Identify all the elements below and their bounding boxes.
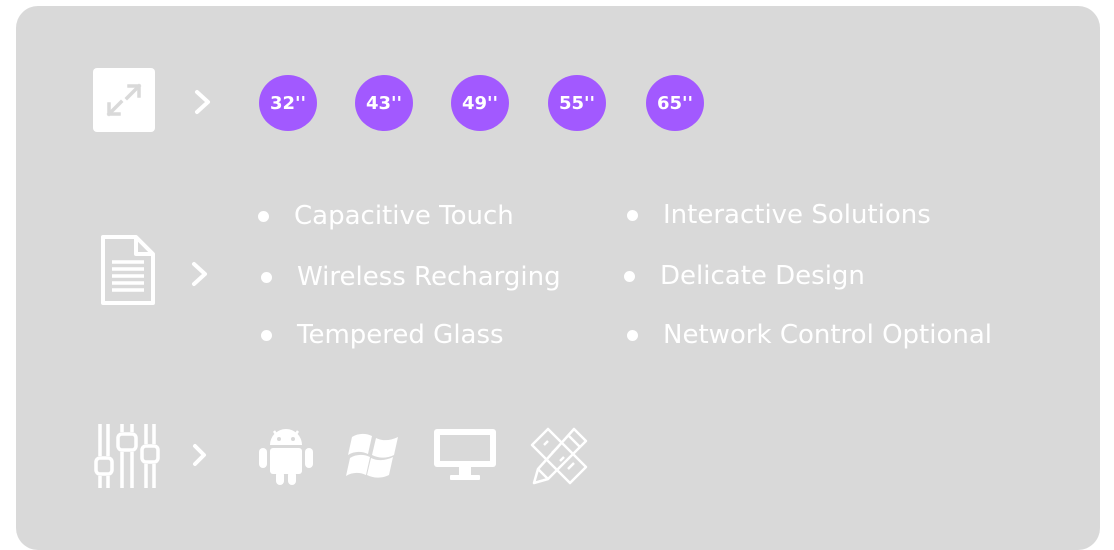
feature-item: Network Control Optional [627, 322, 992, 348]
size-option-65[interactable]: 65'' [646, 75, 704, 131]
feature-label: Capacitive Touch [294, 201, 514, 231]
feature-item: Delicate Design [624, 263, 865, 289]
settings-sliders-icon [94, 424, 160, 488]
bullet [624, 270, 635, 282]
feature-item: Wireless Recharging [261, 264, 561, 290]
feature-item: Capacitive Touch [258, 203, 514, 229]
feature-label: Tempered Glass [297, 320, 504, 350]
monitor-icon [434, 429, 496, 480]
chevron-right-icon [195, 90, 210, 114]
size-option-32[interactable]: 32'' [259, 75, 317, 131]
feature-item: Tempered Glass [261, 322, 504, 348]
size-option-43[interactable]: 43'' [355, 75, 413, 131]
bullet [261, 329, 272, 341]
size-option-49[interactable]: 49'' [451, 75, 509, 131]
feature-label: Delicate Design [660, 261, 865, 291]
feature-label: Interactive Solutions [663, 200, 931, 230]
resize-arrows-icon [93, 68, 155, 132]
bullet [261, 271, 272, 283]
bullet [258, 210, 269, 222]
chevron-right-icon [192, 262, 207, 286]
feature-item: Interactive Solutions [627, 202, 931, 228]
windows-icon [346, 433, 398, 478]
bullet [627, 329, 638, 341]
feature-label: Wireless Recharging [297, 262, 561, 292]
feature-label: Network Control Optional [663, 320, 992, 350]
android-icon [259, 429, 313, 485]
design-tools-icon [530, 427, 588, 485]
bullet [627, 209, 638, 221]
document-icon [101, 235, 155, 305]
size-option-55[interactable]: 55'' [548, 75, 606, 131]
chevron-right-icon [193, 444, 206, 466]
